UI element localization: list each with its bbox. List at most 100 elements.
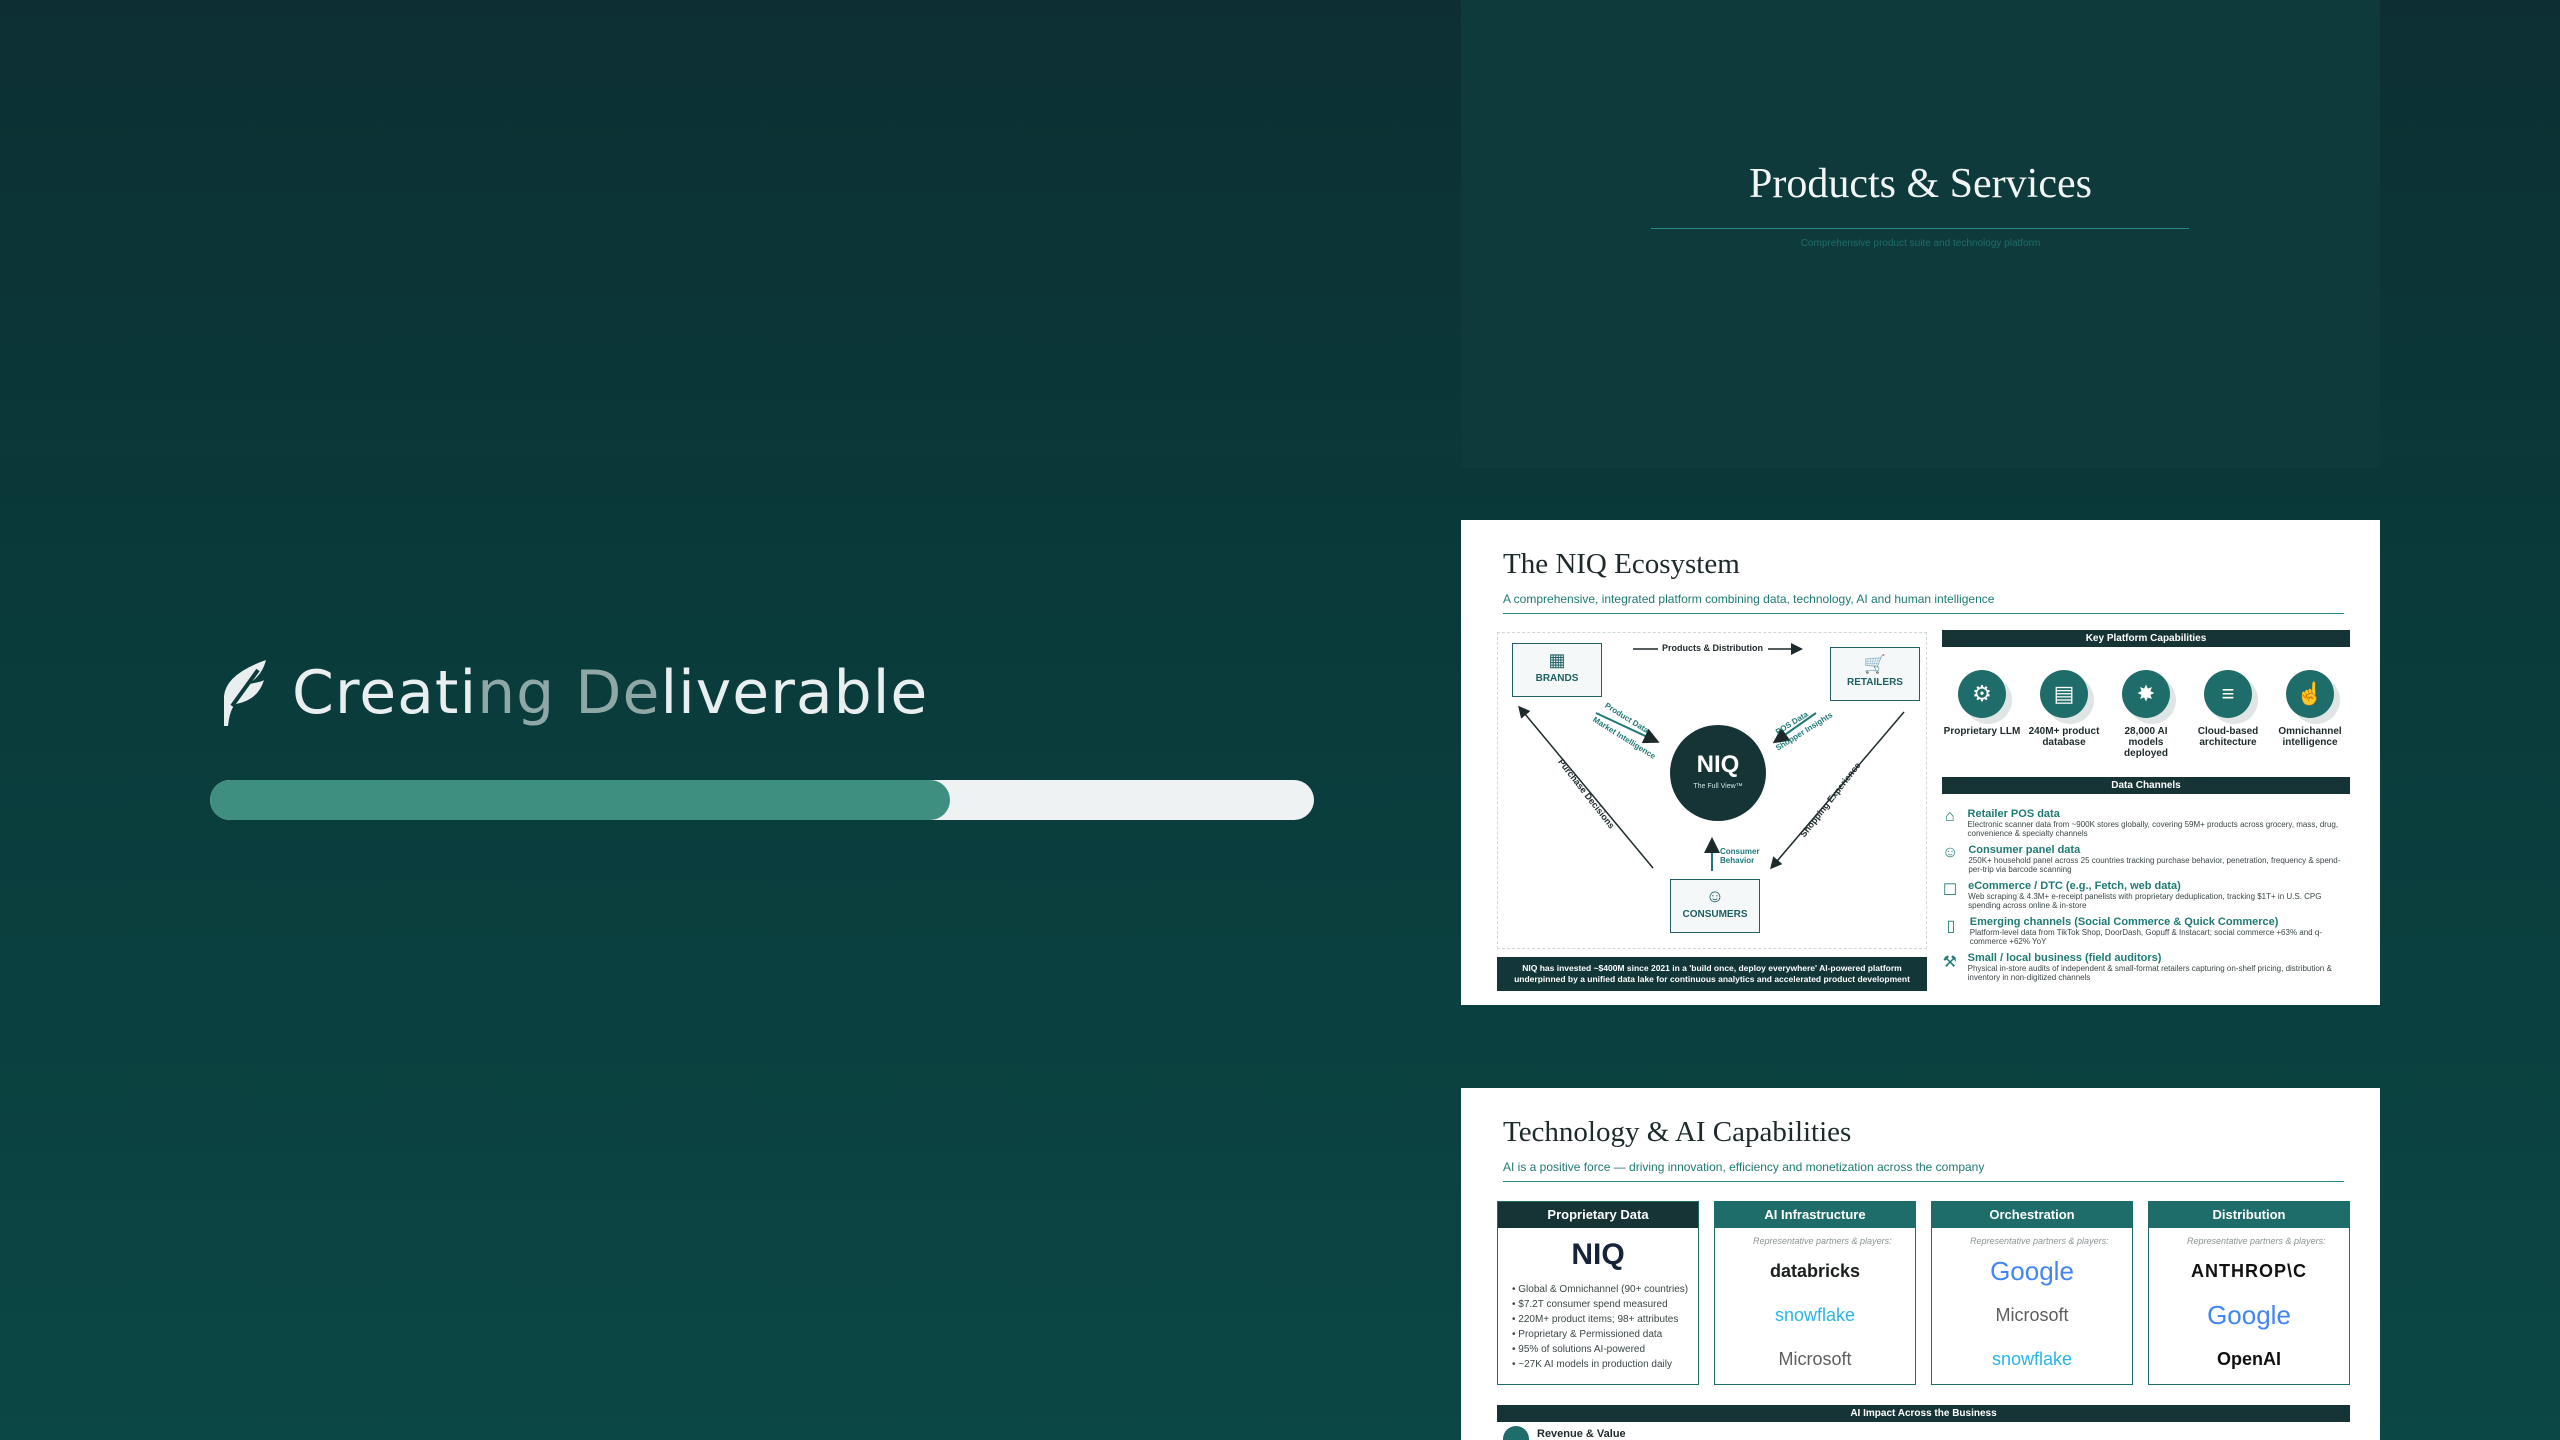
slide-title: The NIQ Ecosystem bbox=[1503, 548, 1740, 580]
google-logo: Google bbox=[2207, 1300, 2291, 1330]
retailers-label: RETAILERS bbox=[1847, 677, 1903, 688]
bullet-item: • Proprietary & Permissioned data bbox=[1512, 1329, 1663, 1340]
hub-subtitle: The Full View™ bbox=[1693, 783, 1743, 790]
capability-label: Omnichannel intelligence bbox=[2278, 726, 2342, 748]
rep-label: Representative partners & players: bbox=[2187, 1236, 2326, 1246]
capability-label: 28,000 AI models deployed bbox=[2124, 726, 2168, 759]
capability-item: ☝ Omnichannel intelligence bbox=[2270, 670, 2350, 759]
retailers-node: 🛒 RETAILERS bbox=[1830, 647, 1920, 701]
bullet-item: • Global & Omnichannel (90+ countries) bbox=[1512, 1284, 1689, 1295]
column-proprietary-data: Proprietary Data NIQ • Global & Omnichan… bbox=[1497, 1201, 1699, 1385]
bullet-item: • 95% of solutions AI-powered bbox=[1512, 1344, 1646, 1355]
capability-label: 240M+ product database bbox=[2028, 726, 2100, 748]
impact-item-label: Revenue & Value bbox=[1537, 1428, 1626, 1440]
loading-title: Creating Deliverable bbox=[218, 652, 928, 734]
omnichannel-icon: ☝ bbox=[2286, 670, 2334, 718]
slide-subtitle: AI is a positive force — driving innovat… bbox=[1503, 1160, 1985, 1174]
bullet-list: • Global & Omnichannel (90+ countries) • … bbox=[1512, 1282, 1698, 1372]
slide-thumbnail-niq-ecosystem[interactable]: The NIQ Ecosystem A comprehensive, integ… bbox=[1461, 520, 2380, 1005]
snowflake-logo: snowflake bbox=[1774, 1305, 1856, 1325]
channel-item: ⚒ Small / local business (field auditors)… bbox=[1942, 952, 2350, 982]
title-divider bbox=[1503, 613, 2344, 614]
impact-header: AI Impact Across the Business bbox=[1497, 1405, 2350, 1422]
google-logo: Google bbox=[1990, 1256, 2074, 1286]
column-header: Proprietary Data bbox=[1498, 1202, 1698, 1228]
slide-subtitle: A comprehensive, integrated platform com… bbox=[1503, 592, 1995, 606]
leaf-logo-icon bbox=[224, 660, 266, 726]
cart-icon: 🛒 bbox=[1863, 654, 1887, 674]
channel-description: Web scraping & 4.3M+ e-receipt panelists… bbox=[1968, 892, 2322, 910]
llm-icon: ⚙ bbox=[1958, 670, 2006, 718]
slide-thumbnail-technology-ai[interactable]: Technology & AI Capabilities AI is a pos… bbox=[1461, 1088, 2380, 1440]
channel-item: ⌂ Retailer POS data Electronic scanner dat… bbox=[1942, 808, 2350, 838]
consumers-node: ☺ CONSUMERS bbox=[1670, 879, 1760, 933]
channel-title: Emerging channels (Social Commerce & Qui… bbox=[1969, 916, 2279, 928]
mobile-icon: ▯ bbox=[1946, 918, 1956, 935]
building-icon: ▦ bbox=[1548, 650, 1566, 670]
slide-title: Technology & AI Capabilities bbox=[1503, 1116, 1852, 1148]
ai-models-icon: ✸ bbox=[2122, 670, 2170, 718]
field-auditor-icon: ⚒ bbox=[1942, 954, 1957, 971]
ecommerce-icon: ☐ bbox=[1942, 882, 1958, 899]
column-header: Orchestration bbox=[1932, 1202, 2132, 1228]
progress-bar bbox=[210, 780, 1314, 820]
capability-item: ⚙ Proprietary LLM bbox=[1942, 670, 2022, 759]
slide-subtitle: Comprehensive product suite and technolo… bbox=[1800, 238, 2041, 249]
column-orchestration: Orchestration Representative partners & … bbox=[1931, 1201, 2133, 1385]
brands-label: BRANDS bbox=[1535, 673, 1579, 684]
capability-label: Cloud-based architecture bbox=[2197, 726, 2259, 748]
consumer-behavior-label: Consumer Behavior bbox=[1720, 847, 1760, 865]
capability-item: ≡ Cloud-based architecture bbox=[2188, 670, 2268, 759]
channel-item: ☐ eCommerce / DTC (e.g., Fetch, web data)… bbox=[1942, 880, 2350, 910]
consumers-label: CONSUMERS bbox=[1682, 909, 1748, 920]
title-divider bbox=[1503, 1181, 2344, 1182]
slide-title: Products & Services bbox=[1749, 161, 2092, 207]
niq-logo: NIQ bbox=[1571, 1238, 1625, 1271]
capability-label: Proprietary LLM bbox=[1943, 726, 2021, 737]
hub-title: NIQ bbox=[1696, 751, 1740, 778]
bullet-item: • ~27K AI models in production daily bbox=[1512, 1359, 1672, 1370]
database-icon: ▤ bbox=[2040, 670, 2088, 718]
bullet-item: • 220M+ product items; 98+ attributes bbox=[1512, 1314, 1679, 1325]
column-header: AI Infrastructure bbox=[1715, 1202, 1915, 1228]
snowflake-logo: snowflake bbox=[1991, 1349, 2073, 1369]
channel-item: ▯ Emerging channels (Social Commerce & Qu… bbox=[1942, 916, 2350, 946]
rep-label: Representative partners & players: bbox=[1970, 1236, 2109, 1246]
niq-hub: NIQ The Full View™ bbox=[1670, 725, 1766, 821]
ecosystem-diagram: ▦ BRANDS 🛒 RETAILERS ☺ CONSUMERS NIQ The… bbox=[1497, 632, 1927, 949]
rep-label: Representative partners & players: bbox=[1753, 1236, 1892, 1246]
column-ai-infrastructure: AI Infrastructure Representative partner… bbox=[1714, 1201, 1916, 1385]
capability-item: ▤ 240M+ product database bbox=[2024, 670, 2104, 759]
slide-thumbnail-products-services[interactable]: Products & Services Comprehensive produc… bbox=[1461, 0, 2380, 468]
channel-item: ☺ Consumer panel data 250K+ household pane… bbox=[1942, 844, 2350, 874]
channel-description: 250K+ household panel across 25 countrie… bbox=[1968, 856, 2341, 874]
capabilities-row: ⚙ Proprietary LLM ▤ 240M+ product database ✸… bbox=[1942, 670, 2350, 759]
microsoft-logo: Microsoft bbox=[1995, 1305, 2069, 1325]
channel-title: eCommerce / DTC (e.g., Fetch, web data) bbox=[1968, 880, 2181, 892]
channel-description: Platform-level data from TikTok Shop, Do… bbox=[1969, 928, 2322, 946]
microsoft-logo: Microsoft bbox=[1778, 1349, 1852, 1369]
column-header: Distribution bbox=[2149, 1202, 2349, 1228]
channel-title: Consumer panel data bbox=[1968, 844, 2081, 856]
products-distribution-label: Products & Distribution bbox=[1662, 643, 1763, 653]
capability-item: ✸ 28,000 AI models deployed bbox=[2106, 670, 2186, 759]
impact-item: Revenue & Value bbox=[1503, 1426, 1626, 1440]
openai-logo: OpenAI bbox=[2216, 1349, 2281, 1369]
investment-note: NIQ has invested ~$400M since 2021 in a … bbox=[1497, 957, 1927, 991]
column-distribution: Distribution Representative partners & p… bbox=[2148, 1201, 2350, 1385]
progress-bar-fill bbox=[210, 780, 950, 820]
bullet-item: • $7.2T consumer spend measured bbox=[1512, 1299, 1668, 1310]
channel-title: Small / local business (field auditors) bbox=[1967, 952, 2162, 964]
loading-text: Creating Deliverable bbox=[292, 658, 929, 728]
capabilities-header: Key Platform Capabilities bbox=[1942, 630, 2350, 647]
channels-list: ⌂ Retailer POS data Electronic scanner dat… bbox=[1942, 808, 2350, 988]
channel-description: Physical in-store audits of independent … bbox=[1967, 964, 2332, 982]
brands-node: ▦ BRANDS bbox=[1512, 643, 1602, 697]
channels-header: Data Channels bbox=[1942, 777, 2350, 794]
databricks-logo: databricks bbox=[1769, 1261, 1861, 1281]
channel-title: Retailer POS data bbox=[1967, 808, 2060, 820]
revenue-icon bbox=[1503, 1426, 1529, 1440]
title-divider bbox=[1651, 228, 2189, 229]
anthropic-logo: ANTHROP\C bbox=[2191, 1261, 2307, 1281]
channel-description: Electronic scanner data from ~900K store… bbox=[1967, 820, 2339, 838]
